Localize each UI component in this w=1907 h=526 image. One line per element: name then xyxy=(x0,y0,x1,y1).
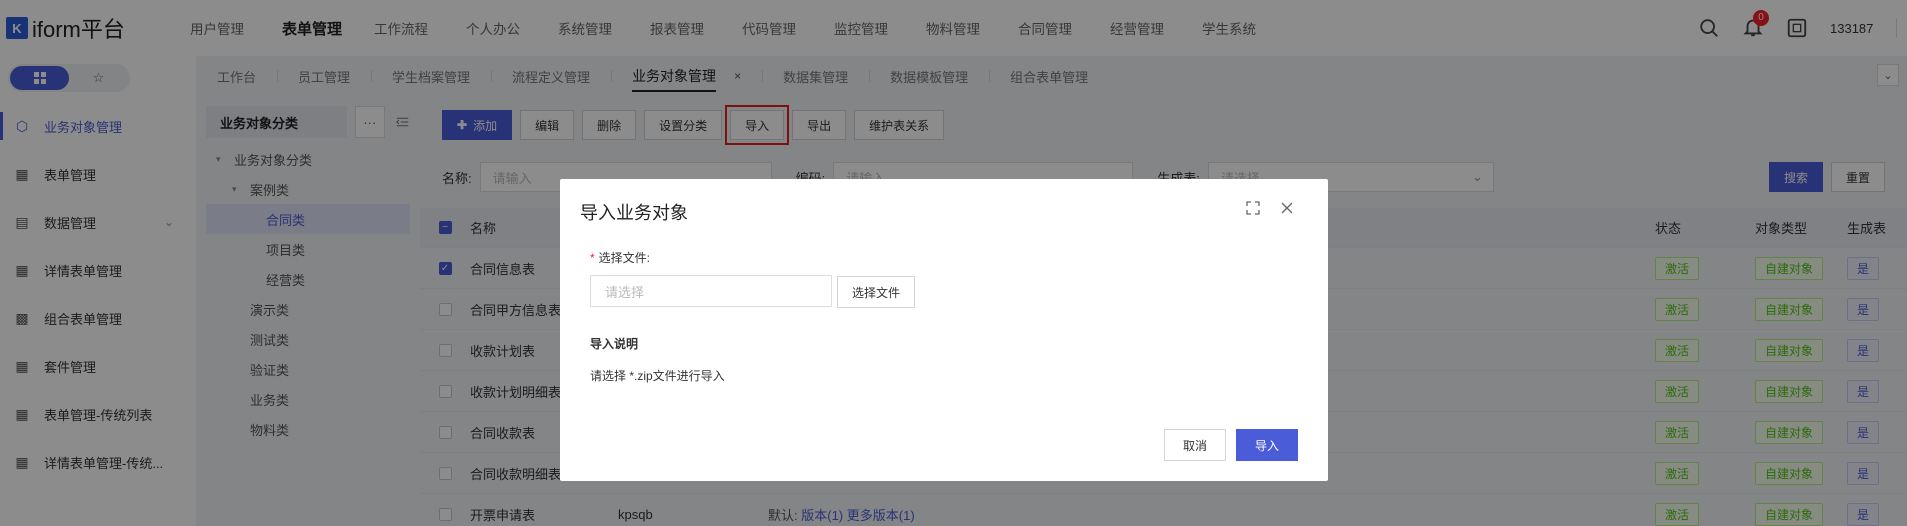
cancel-button[interactable]: 取消 xyxy=(1163,429,1226,461)
dialog-title: 导入业务对象 xyxy=(580,203,688,223)
file-field-label-text: 选择文件: xyxy=(598,251,651,265)
close-icon[interactable] xyxy=(1280,201,1294,215)
file-field-label: * 选择文件: xyxy=(590,249,650,266)
import-instructions-title: 导入说明 xyxy=(590,337,639,351)
required-mark: * xyxy=(590,251,595,265)
dialog-controls xyxy=(1246,201,1294,215)
dialog-footer: 取消 导入 xyxy=(1163,429,1298,461)
choose-file-button[interactable]: 选择文件 xyxy=(837,276,916,308)
import-dialog: 导入业务对象 * 选择文件: 请选择 选择文件 导入说明 请选择 *.zip文件进… xyxy=(560,179,1328,481)
import-instructions-text: 请选择 *.zip文件进行导入 xyxy=(590,369,725,383)
confirm-import-button[interactable]: 导入 xyxy=(1235,429,1298,461)
maximize-icon[interactable] xyxy=(1246,201,1260,215)
file-path-input[interactable]: 请选择 xyxy=(590,275,832,307)
